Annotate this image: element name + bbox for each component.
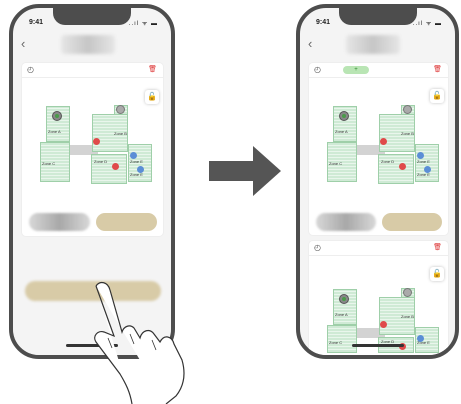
primary-button[interactable]	[96, 213, 157, 231]
zone-marker	[93, 138, 100, 145]
zone-label: Zone E	[417, 159, 430, 164]
page-title-blurred	[346, 35, 400, 54]
secondary-button[interactable]	[316, 213, 376, 231]
timer-icon[interactable]: ◴	[27, 66, 34, 74]
zone-marker	[130, 152, 137, 159]
dock-icon	[403, 105, 412, 114]
unlock-icon[interactable]: 🔓	[430, 267, 444, 281]
card-header: ◴ + 🗑	[309, 63, 448, 78]
robot-icon	[52, 111, 62, 121]
robot-icon	[339, 294, 349, 304]
zone-label: Zone E	[130, 159, 143, 164]
timer-icon[interactable]: ◴	[314, 66, 321, 74]
status-time: 9:41	[316, 19, 331, 26]
zone-label: Zone C	[329, 161, 343, 166]
card-header: ◴ 🗑	[309, 241, 448, 256]
zone-label: Zone A	[335, 312, 348, 317]
new-tag: +	[343, 66, 369, 74]
zone-label: Zone D	[94, 159, 108, 164]
phone-after: 9:41 ..ıl ᯤ ▬ ‹ ◴ + 🗑 🔓 Zone A Zone B Zo…	[296, 4, 459, 359]
trash-icon[interactable]: 🗑	[148, 66, 157, 74]
zone-marker	[417, 152, 424, 159]
zone-label: Zone C	[42, 161, 56, 166]
zone-marker	[380, 321, 387, 328]
status-icons: ..ıl ᯤ ▬	[128, 21, 158, 27]
back-arrow-icon[interactable]: ‹	[308, 37, 312, 50]
zone-label: Zone B	[401, 131, 414, 136]
robot-icon	[339, 111, 349, 121]
floor-map[interactable]: Zone A Zone B Zone C Zone D Zone E	[317, 283, 445, 353]
zone-label: Zone A	[335, 129, 348, 134]
zone-label: Zone C	[329, 340, 343, 345]
page-title-blurred	[61, 35, 115, 54]
hand-pointer-icon	[94, 281, 185, 404]
arrow-right-icon	[209, 146, 281, 196]
dock-icon	[403, 288, 412, 297]
zone-label: Zone A	[48, 129, 61, 134]
zone-marker	[380, 138, 387, 145]
secondary-button[interactable]	[29, 213, 90, 231]
schedule-card: ◴ 🗑 🔓 Zone A Zone B Zone C Zone D Zone E…	[22, 63, 163, 236]
primary-button[interactable]	[382, 213, 442, 231]
room-c	[327, 325, 357, 353]
notch	[338, 8, 417, 25]
card-header: ◴ 🗑	[22, 63, 163, 78]
zone-label: Zone D	[381, 159, 395, 164]
status-time: 9:41	[29, 19, 44, 26]
back-arrow-icon[interactable]: ‹	[21, 37, 25, 50]
floor-map[interactable]: Zone A Zone B Zone C Zone D Zone E Zone …	[30, 100, 160, 190]
timer-icon[interactable]: ◴	[314, 244, 321, 252]
zone-label: Zone B	[401, 314, 414, 319]
zone-label: Zone E	[417, 340, 430, 345]
zone-label: Zone B	[114, 131, 127, 136]
home-indicator	[351, 344, 404, 347]
schedule-card: ◴ + 🗑 🔓 Zone A Zone B Zone C Zone D Zone…	[309, 63, 448, 235]
dock-icon	[116, 105, 125, 114]
zone-marker	[399, 163, 406, 170]
trash-icon[interactable]: 🗑	[433, 66, 442, 74]
schedule-card-new: ◴ 🗑 🔓 Zone A Zone B Zone C Zone D Zone E	[309, 241, 448, 355]
zone-label: Zone E	[130, 172, 143, 177]
zone-label: Zone E	[417, 172, 430, 177]
floor-map[interactable]: Zone A Zone B Zone C Zone D Zone E Zone …	[317, 100, 445, 190]
status-icons: ..ıl ᯤ ▬	[412, 21, 442, 27]
zone-marker	[112, 163, 119, 170]
trash-icon[interactable]: 🗑	[433, 244, 442, 252]
notch	[53, 8, 131, 25]
